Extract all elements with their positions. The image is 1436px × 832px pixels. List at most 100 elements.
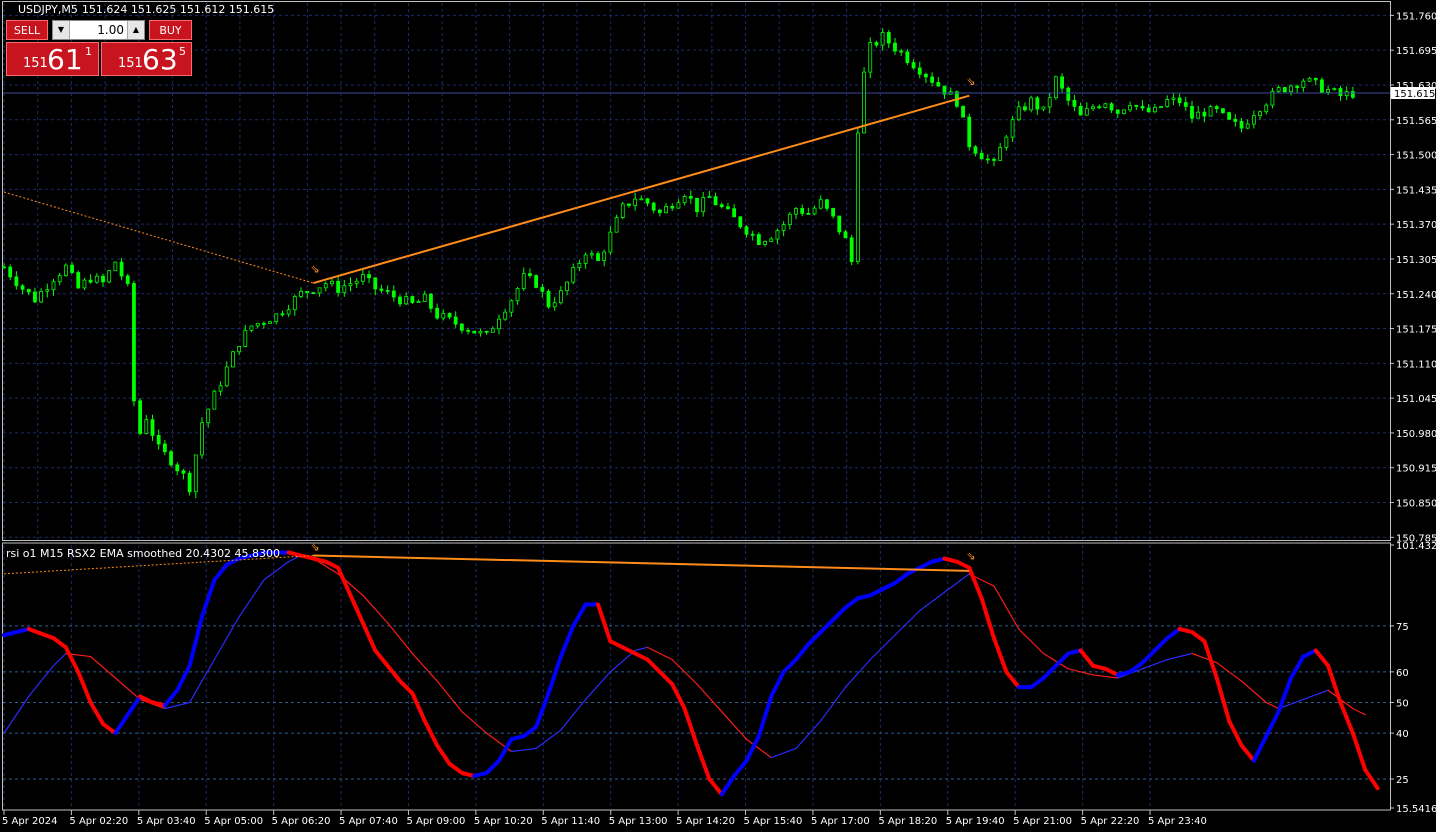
bid-price-fraction: 1 — [85, 45, 92, 58]
candle-body — [286, 309, 291, 315]
rsx-line-segment — [1190, 630, 1207, 644]
candle-body — [1221, 108, 1225, 114]
candle-body — [1202, 111, 1207, 117]
candle-body — [459, 323, 464, 331]
candle-body — [1313, 77, 1318, 81]
bid-price[interactable]: 151 61 1 — [6, 42, 99, 76]
one-click-trading-panel[interactable]: SELL ▼ 1.00 ▲ BUY 151 61 1 151 63 5 — [6, 20, 192, 76]
signal-line-segment — [894, 610, 921, 636]
candle-body — [732, 208, 737, 218]
lot-decrease-icon[interactable]: ▼ — [53, 21, 70, 39]
ask-price-main: 63 — [142, 43, 178, 76]
price-tick-label: 151.435 — [1396, 185, 1436, 196]
candle-body — [1190, 105, 1194, 119]
signal-line-segment — [1092, 674, 1119, 679]
candle-body — [794, 208, 798, 215]
candle-body — [323, 283, 328, 289]
candle-body — [379, 288, 384, 291]
rsx-line-segment — [212, 562, 229, 583]
price-tick-label: 150.915 — [1396, 464, 1436, 475]
candle-body — [558, 290, 563, 304]
candle-body — [831, 207, 836, 217]
candle-body — [1258, 111, 1262, 117]
rsx-line-segment — [917, 559, 935, 570]
candle-body — [695, 197, 699, 213]
candle-body — [862, 71, 866, 134]
candle-body — [8, 266, 13, 278]
candle-body — [206, 408, 211, 424]
indicator-tick-label: 101.4321 — [1396, 541, 1436, 552]
signal-line-segment — [52, 652, 67, 667]
ask-price[interactable]: 151 63 5 — [101, 42, 192, 76]
candle-body — [1047, 97, 1052, 108]
candle-body — [132, 283, 136, 402]
candle-body — [1010, 119, 1015, 138]
time-tick-label: 5 Apr 03:40 — [137, 816, 196, 827]
candle-body — [917, 67, 922, 75]
candle-body — [701, 197, 706, 213]
lot-increase-icon[interactable]: ▲ — [127, 21, 144, 39]
candle-body — [707, 196, 712, 199]
signal-line-segment — [263, 561, 290, 581]
candle-body — [930, 76, 935, 83]
candle-body — [627, 203, 631, 206]
candle-body — [1115, 109, 1120, 114]
rsx-line-segment — [1202, 639, 1219, 680]
rsx-line-segment — [26, 626, 56, 641]
rsx-line-segment — [435, 743, 452, 766]
candle-body — [237, 346, 242, 353]
price-tick-label: 151.305 — [1396, 255, 1436, 266]
candle-body — [478, 330, 483, 334]
lot-size-value[interactable]: 1.00 — [71, 21, 126, 39]
candle-body — [1332, 88, 1337, 90]
divergence-arrow-icon: ⇘ — [310, 540, 319, 553]
rsx-line-segment — [348, 593, 365, 625]
price-tick-label: 151.175 — [1396, 325, 1436, 336]
rsx-line-segment — [1326, 663, 1343, 705]
indicator-tick-label: 60 — [1396, 668, 1409, 679]
chart-canvas[interactable]: ⇘⇘ ⇘⇘ 151.760151.695151.630151.565151.50… — [0, 0, 1436, 832]
signal-line-segment — [585, 671, 611, 701]
candle-body — [447, 313, 452, 318]
buy-button[interactable]: BUY — [149, 20, 192, 40]
ask-price-prefix: 151 — [118, 56, 143, 71]
candle-body — [107, 270, 112, 283]
candle-body — [738, 216, 743, 228]
signal-line-segment — [1018, 628, 1045, 655]
rsx-line-segment — [125, 694, 143, 717]
candle-body — [138, 400, 143, 434]
candle-body — [1227, 112, 1232, 120]
rsx-line-segment — [806, 630, 823, 647]
sell-button[interactable]: SELL — [6, 20, 48, 40]
candle-body — [1146, 107, 1151, 113]
signal-line-segment — [114, 677, 141, 701]
lot-size-stepper[interactable]: ▼ 1.00 ▲ — [52, 20, 145, 40]
signal-line-segment — [461, 711, 488, 734]
time-tick-label: 5 Apr 02:20 — [69, 816, 128, 827]
signal-line-segment — [238, 579, 265, 618]
signal-line-segment — [90, 655, 116, 679]
rsx-line-segment — [596, 602, 613, 644]
rsx-line-segment — [967, 565, 984, 601]
candle-body — [497, 318, 501, 330]
candle-body — [664, 205, 668, 214]
axes: 151.760151.695151.630151.565151.500151.4… — [2, 11, 1436, 827]
rsx-line-segment — [175, 663, 192, 693]
candle-body — [453, 316, 458, 325]
candle-body — [1165, 99, 1170, 107]
candle-body — [1183, 102, 1188, 107]
signal-line-segment — [362, 594, 389, 624]
candle-body — [1350, 91, 1355, 98]
candle-body — [1214, 106, 1219, 110]
candle-body — [45, 289, 50, 292]
candle-body — [94, 275, 99, 283]
candle-body — [299, 291, 303, 297]
price-trendlines[interactable]: ⇘⇘ — [3, 75, 975, 285]
candle-body — [1289, 85, 1293, 93]
rsx-line-segment — [360, 620, 378, 653]
candle-body — [76, 272, 81, 289]
price-candles — [2, 28, 1390, 499]
candle-body — [113, 261, 118, 272]
signal-line-segment — [634, 646, 649, 652]
price-tick-label: 151.760 — [1396, 11, 1436, 22]
